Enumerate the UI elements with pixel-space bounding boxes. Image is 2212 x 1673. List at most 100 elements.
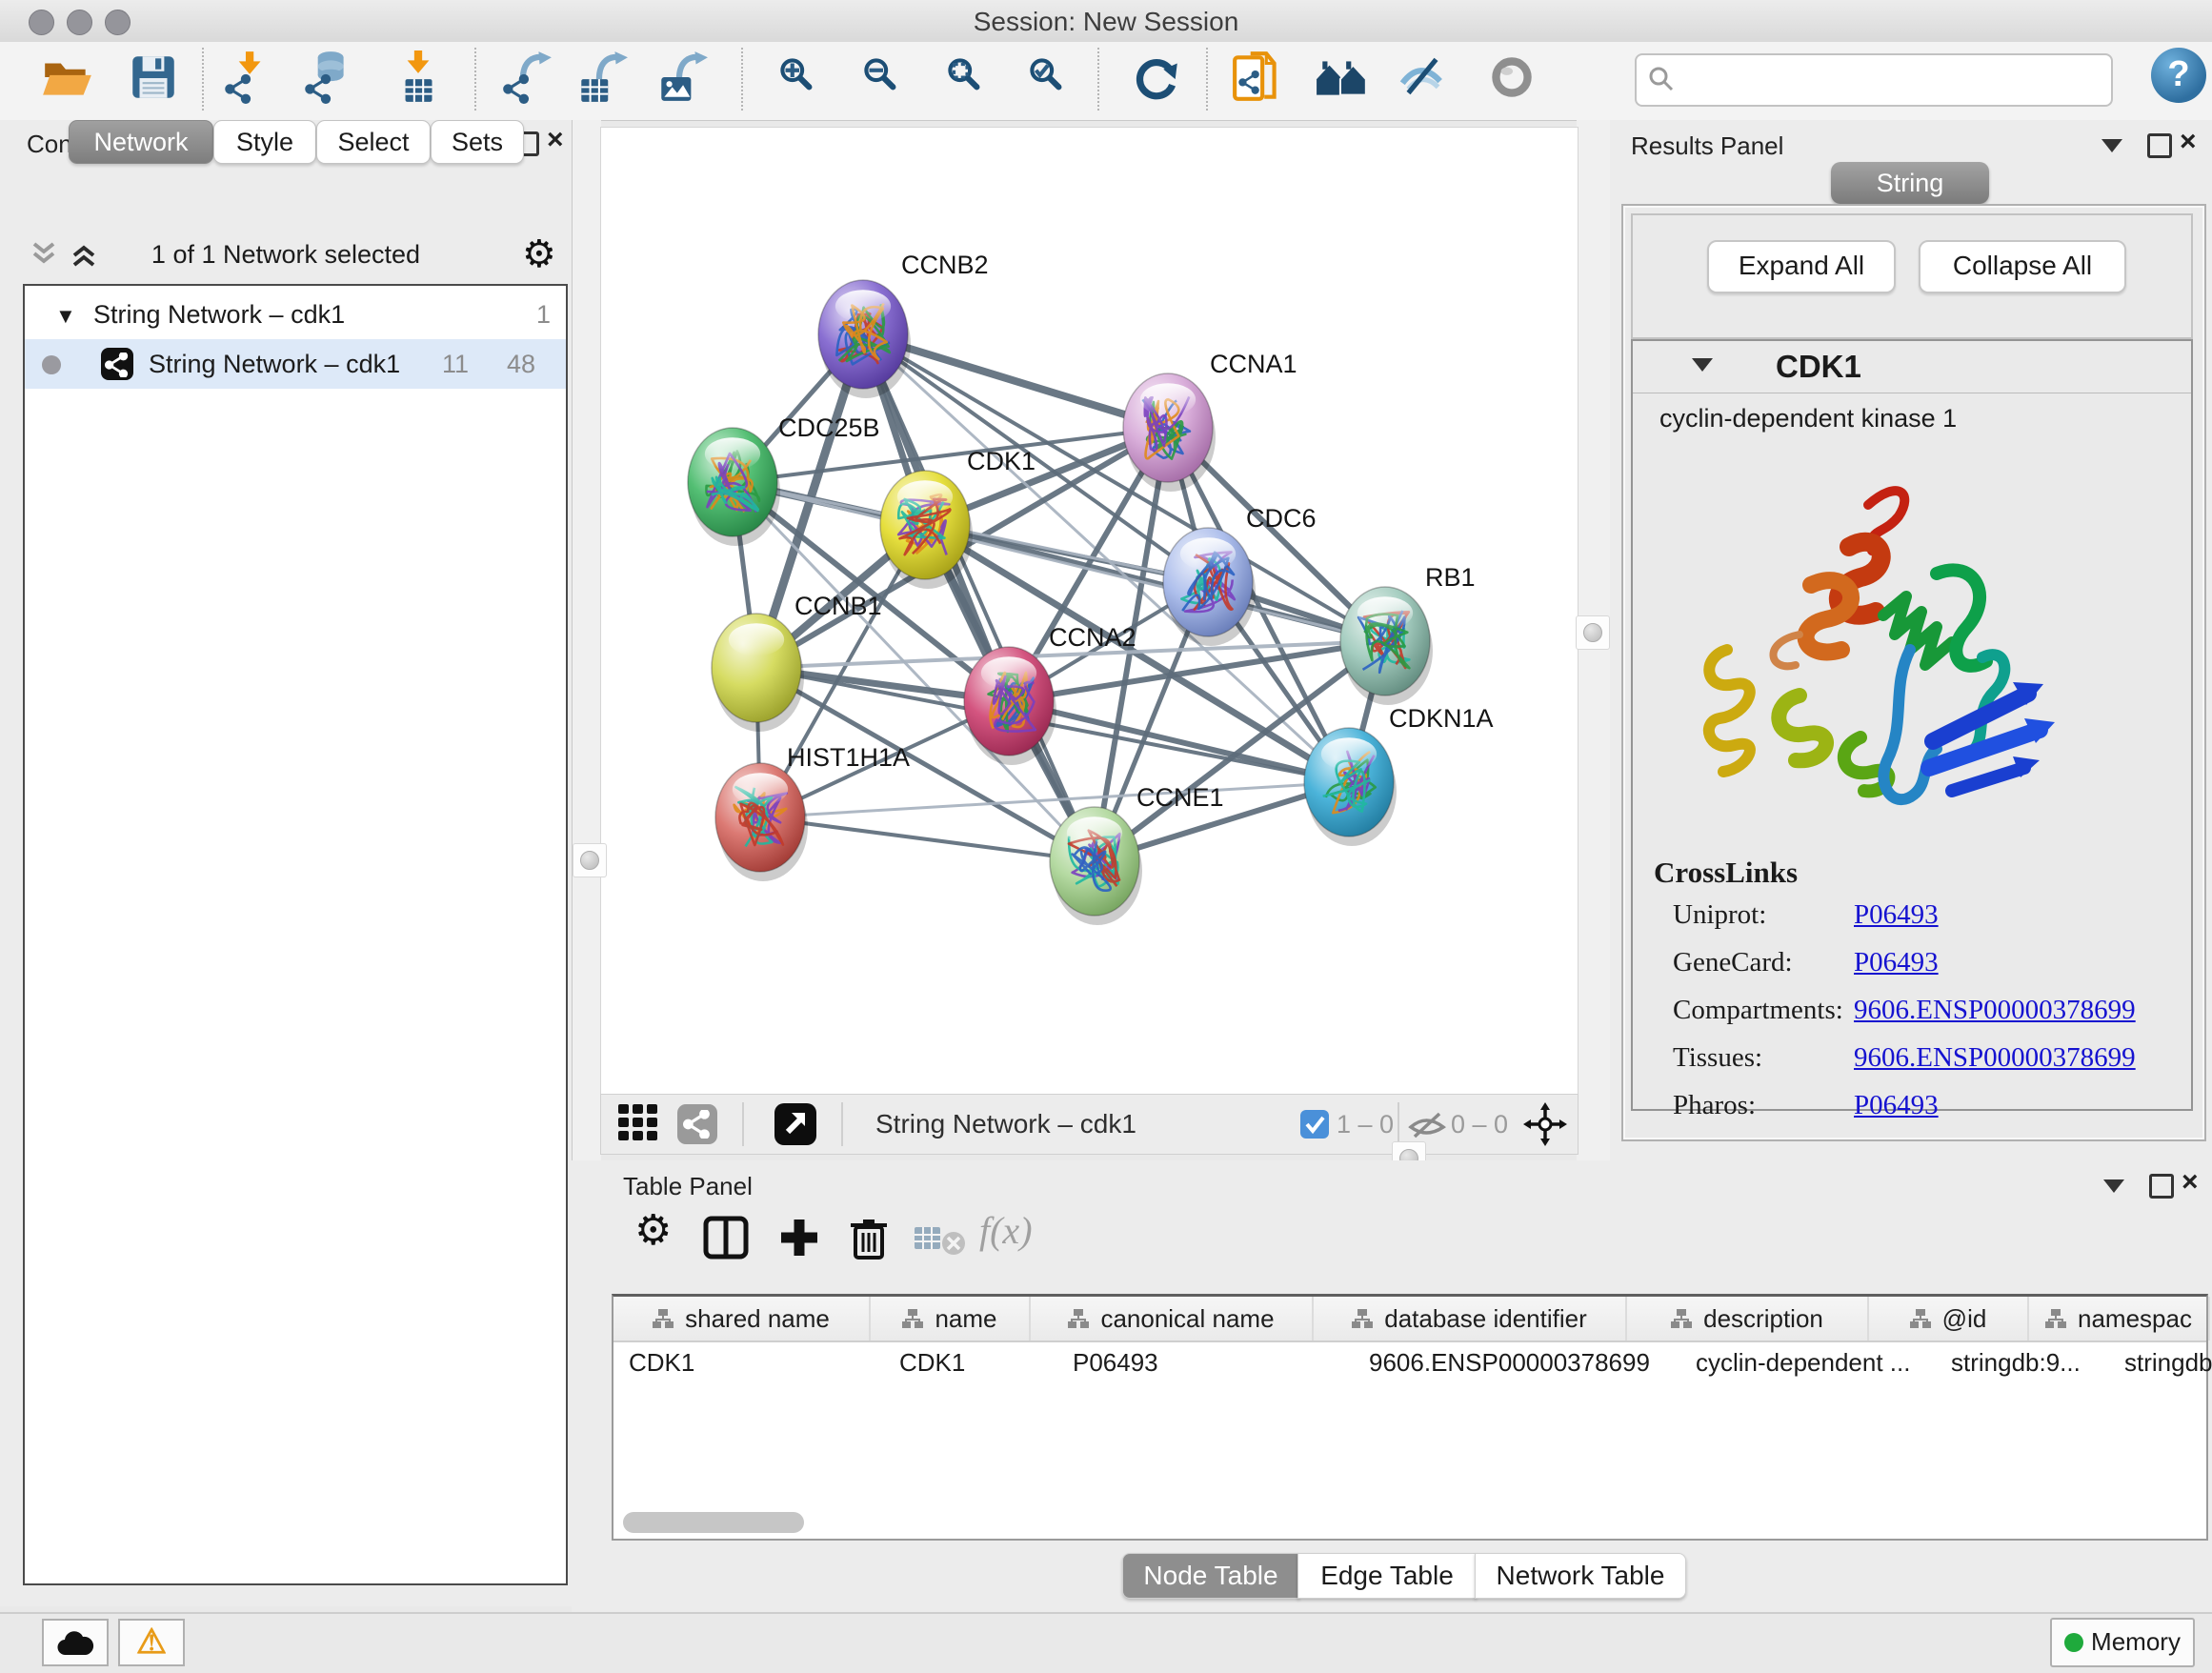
results-panel-close-icon[interactable]: × [2180,131,2197,152]
column-header-shared-name[interactable]: shared name [613,1297,871,1340]
zoom-selected-icon[interactable] [1021,50,1076,107]
crosslink-genecard-link[interactable]: P06493 [1854,947,1939,978]
network-collection-row[interactable]: ▼ String Network – cdk1 1 [25,290,566,339]
delete-column-icon[interactable] [848,1216,890,1261]
column-type-icon [2045,1309,2066,1328]
table-cell[interactable]: CDK1 [884,1342,1057,1382]
warning-status-button[interactable]: ⚠ [118,1619,185,1666]
delete-table-icon[interactable] [915,1223,966,1256]
network-node-RB1[interactable] [1340,587,1433,705]
tab-edge-table[interactable]: Edge Table [1297,1553,1477,1599]
network-node-CCNA2[interactable] [964,647,1056,765]
left-splitter-handle[interactable] [573,843,607,877]
export-network-icon[interactable] [499,50,554,107]
table-cell[interactable]: stringdb:9... [1936,1342,2109,1382]
tab-sets[interactable]: Sets [431,120,524,164]
crosslink-tissues-link[interactable]: 9606.ENSP00000378699 [1854,1042,2136,1074]
table-cell[interactable]: P06493 [1057,1342,1354,1382]
column-header-description[interactable]: description [1627,1297,1869,1340]
divider [841,1102,843,1146]
network-node-CDK1[interactable] [880,471,973,589]
view-grid-icon[interactable] [618,1104,660,1144]
network-node-CDKN1A[interactable] [1304,728,1397,846]
column-header-database-identifier[interactable]: database identifier [1314,1297,1627,1340]
column-header-namespac[interactable]: namespac [2029,1297,2210,1340]
right-splitter-handle[interactable] [1576,615,1610,650]
crosslink-pharos-link[interactable]: P06493 [1854,1090,1939,1121]
crosslink-uniprot-link[interactable]: P06493 [1854,899,1939,931]
network-node-CCNA1[interactable] [1123,373,1216,492]
column-header--id[interactable]: @id [1869,1297,2029,1340]
network-node-CDC6[interactable] [1163,528,1256,646]
import-table-icon[interactable] [391,50,446,107]
network-node-CCNE1[interactable] [1050,807,1142,925]
crosslink-compartments-link[interactable]: 9606.ENSP00000378699 [1854,995,2136,1026]
table-cell[interactable]: 9606.ENSP00000378699 [1354,1342,1680,1382]
network-row-selected[interactable]: String Network – cdk1 11 48 [25,339,566,389]
tab-node-table[interactable]: Node Table [1122,1553,1299,1599]
tab-style[interactable]: Style [213,120,316,164]
network-options-gear-icon[interactable]: ⚙ [522,232,556,276]
import-network-file-icon[interactable] [219,50,274,107]
save-session-icon[interactable] [126,50,181,107]
network-node-CCNB1[interactable] [712,614,804,732]
network-edge[interactable] [863,334,1095,861]
memory-button[interactable]: Memory [2050,1618,2195,1667]
toolbar-divider [202,48,204,111]
function-builder-icon[interactable]: f(x) [979,1208,1033,1253]
network-node-CDC25B[interactable] [688,428,780,546]
always-show-panel-icon[interactable] [774,1103,816,1145]
table-panel-menu-icon[interactable] [2103,1179,2124,1193]
zoom-fit-icon[interactable] [939,50,995,107]
table-panel: Table Panel × ⚙ f(x) shared name name ca… [572,1160,2212,1612]
column-header-name[interactable]: name [871,1297,1031,1340]
network-canvas[interactable]: CCNB2CCNA1CDC25BCDK1CDC6RB1CCNB1CCNA2CDK… [600,127,1579,1096]
control-panel-close-icon[interactable]: × [547,130,564,151]
network-node-CCNB2[interactable] [818,280,911,398]
home-icon[interactable] [1315,50,1370,107]
pan-crosshair-icon[interactable] [1523,1102,1567,1146]
help-icon[interactable]: ? [2151,48,2206,103]
cloud-status-button[interactable] [42,1619,109,1666]
table-panel-float-icon[interactable] [2149,1174,2174,1199]
table-options-gear-icon[interactable]: ⚙ [634,1206,672,1255]
tab-network-table[interactable]: Network Table [1475,1553,1686,1599]
tab-network[interactable]: Network [69,120,213,164]
collapse-gene-icon[interactable] [1692,358,1713,372]
string-import-icon[interactable] [1231,50,1286,107]
open-session-icon[interactable] [40,50,95,107]
table-cell[interactable]: stringdb [2109,1342,2212,1382]
view-network-icon[interactable] [677,1104,717,1144]
results-panel-menu-icon[interactable] [2101,139,2122,152]
network-edge[interactable] [760,817,1095,861]
results-panel-float-icon[interactable] [2147,133,2172,158]
import-network-database-icon[interactable] [299,50,354,107]
table-cell[interactable]: cyclin-dependent ... [1680,1342,1936,1382]
table-cell[interactable]: CDK1 [613,1342,884,1382]
zoom-out-icon[interactable] [855,50,911,107]
left-splitter[interactable] [572,120,601,1160]
network-node-HIST1H1A[interactable] [715,763,808,881]
table-panel-close-icon[interactable]: × [2182,1172,2199,1193]
add-column-icon[interactable] [777,1216,821,1260]
show-columns-icon[interactable] [703,1216,749,1260]
tab-string[interactable]: String [1831,162,1989,204]
export-image-icon[interactable] [654,50,709,107]
collapse-all-button[interactable]: Collapse All [1919,240,2126,293]
refresh-icon[interactable] [1128,50,1183,107]
column-header-canonical-name[interactable]: canonical name [1031,1297,1314,1340]
tab-select[interactable]: Select [316,120,431,164]
gene-header-row[interactable]: CDK1 [1633,341,2191,393]
selected-checkbox-icon[interactable] [1300,1110,1329,1139]
birds-eye-icon[interactable] [1484,50,1539,107]
table-horizontal-scrollbar[interactable] [623,1512,804,1533]
export-table-icon[interactable] [573,50,629,107]
search-input[interactable] [1682,59,2096,99]
graphics-details-icon[interactable] [1395,50,1450,107]
network-node-label: HIST1H1A [787,743,910,772]
expand-all-button[interactable]: Expand All [1707,240,1896,293]
search-field[interactable] [1635,53,2113,107]
zoom-in-icon[interactable] [772,50,827,107]
table-row[interactable]: CDK1CDK1P064939606.ENSP00000378699cyclin… [613,1342,2206,1382]
hidden-eye-icon[interactable] [1407,1110,1447,1140]
